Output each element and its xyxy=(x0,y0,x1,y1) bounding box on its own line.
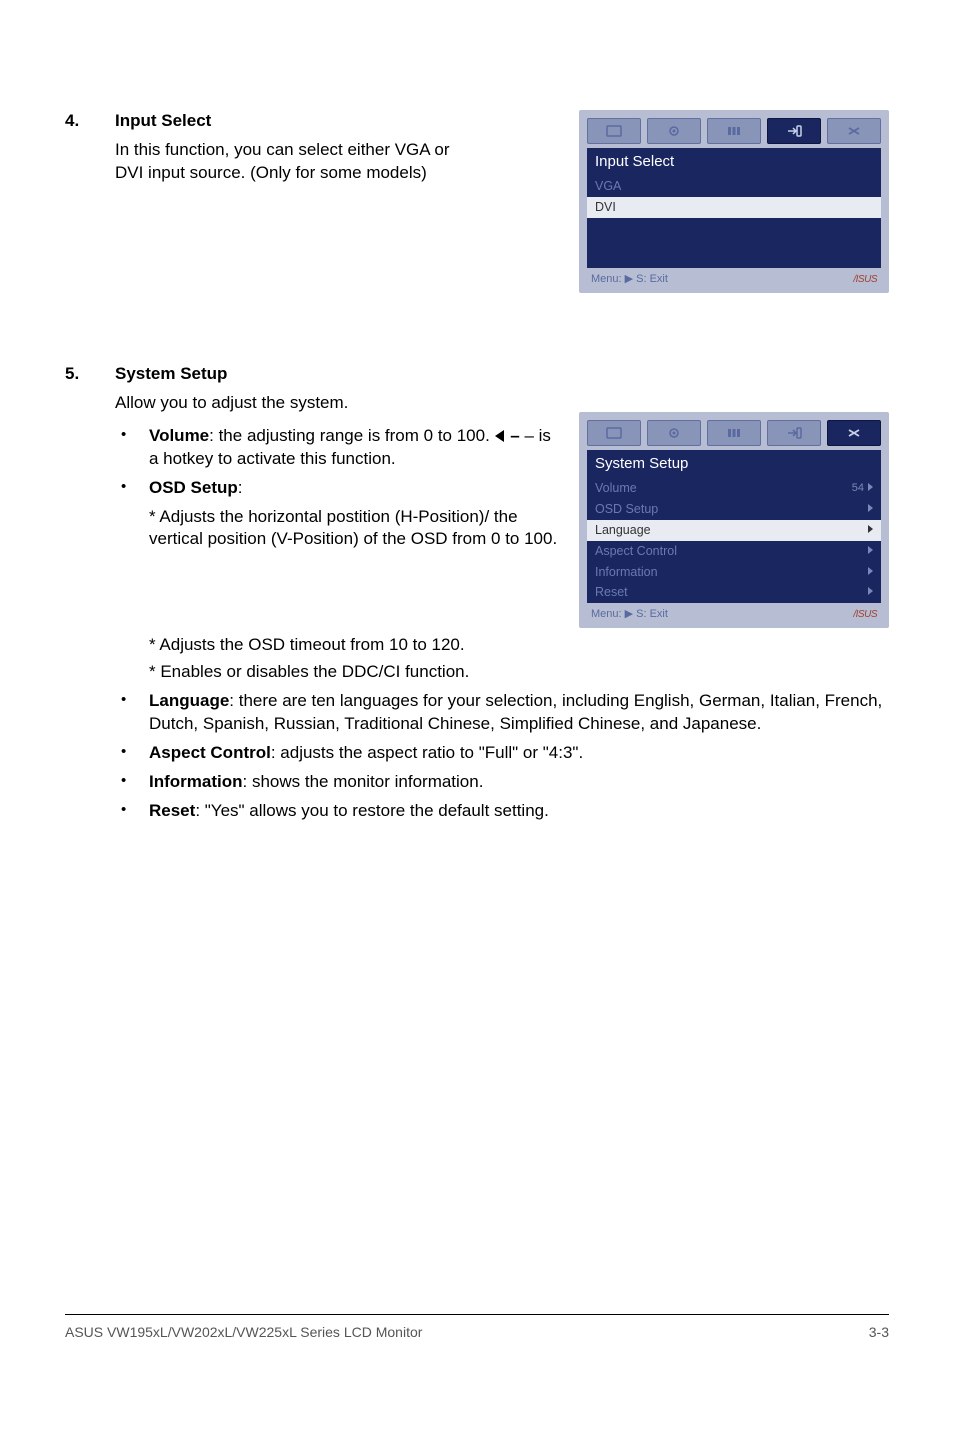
page-footer: ASUS VW195xL/VW202xL/VW225xL Series LCD … xyxy=(65,1314,889,1342)
footer-right: 3-3 xyxy=(869,1323,889,1342)
osd4-item-vga: VGA xyxy=(587,176,881,197)
osd4-tab-color-icon xyxy=(707,118,761,144)
section-system-setup: 5. System Setup Allow you to adjust the … xyxy=(65,363,889,829)
osd4-footer-left: Menu: ▶ S: Exit xyxy=(591,272,668,287)
osd4-tab-system-icon xyxy=(827,118,881,144)
osd5-tab-system-icon xyxy=(827,420,881,446)
osd4-footer-right: /ISUS xyxy=(853,273,877,287)
left-triangle-icon xyxy=(495,430,504,442)
osd4-tab-image-icon xyxy=(647,118,701,144)
footer-left: ASUS VW195xL/VW202xL/VW225xL Series LCD … xyxy=(65,1323,422,1342)
osd5-item-aspect: Aspect Control xyxy=(587,541,881,562)
osd5-tab-image-icon xyxy=(647,420,701,446)
osd-input-select: Input Select VGA DVI Menu: ▶ S: Exit /IS… xyxy=(579,110,889,293)
osd4-tabs xyxy=(587,118,881,144)
bullet-information: • Information: shows the monitor informa… xyxy=(115,771,889,794)
osd5-item-reset: Reset xyxy=(587,582,881,603)
bullet-language: • Language: there are ten languages for … xyxy=(115,690,889,736)
section-input-select: 4. Input Select In this function, you ca… xyxy=(65,110,889,293)
osd-sub-1: * Adjusts the horizontal postition (H-Po… xyxy=(149,506,561,552)
section5-intro: Allow you to adjust the system. xyxy=(115,392,561,415)
section4-number: 4. xyxy=(65,110,115,133)
osd5-item-osdsetup: OSD Setup xyxy=(587,499,881,520)
osd-sub-2: * Adjusts the OSD timeout from 10 to 120… xyxy=(149,634,889,657)
section5-bullets-bottom: • Language: there are ten languages for … xyxy=(115,690,889,823)
osd5-list: Volume54 OSD Setup Language Aspect Contr… xyxy=(587,478,881,603)
osd5-item-volume: Volume54 xyxy=(587,478,881,499)
osd5-title: System Setup xyxy=(587,450,881,478)
osd5-footer: Menu: ▶ S: Exit /ISUS xyxy=(587,603,881,622)
osd5-footer-left: Menu: ▶ S: Exit xyxy=(591,607,668,622)
osd5-tabs xyxy=(587,420,881,446)
section4-title: Input Select xyxy=(115,110,561,133)
osd-sub-3: * Enables or disables the DDC/CI functio… xyxy=(149,661,889,684)
bullet-reset: • Reset: "Yes" allows you to restore the… xyxy=(115,800,889,823)
section5-title: System Setup xyxy=(115,363,889,386)
bullet-volume: • Volume: the adjusting range is from 0 … xyxy=(115,425,561,471)
bullet-osd-setup: • OSD Setup: xyxy=(115,477,561,500)
osd5-item-language: Language xyxy=(587,520,881,541)
section5-number: 5. xyxy=(65,363,115,386)
osd4-item-dvi: DVI xyxy=(587,197,881,218)
osd5-tab-input-icon xyxy=(767,420,821,446)
section5-bullets-top: • Volume: the adjusting range is from 0 … xyxy=(115,425,561,500)
osd5-footer-right: /ISUS xyxy=(853,608,877,622)
osd5-tab-splendid-icon xyxy=(587,420,641,446)
osd5-tab-color-icon xyxy=(707,420,761,446)
section4-intro: In this function, you can select either … xyxy=(115,139,475,185)
osd4-tab-input-icon xyxy=(767,118,821,144)
osd4-tab-splendid-icon xyxy=(587,118,641,144)
osd4-list: VGA DVI xyxy=(587,176,881,268)
osd-system-setup: System Setup Volume54 OSD Setup Language… xyxy=(579,412,889,628)
osd4-footer: Menu: ▶ S: Exit /ISUS xyxy=(587,268,881,287)
osd5-item-information: Information xyxy=(587,562,881,583)
osd4-title: Input Select xyxy=(587,148,881,176)
bullet-aspect-control: • Aspect Control: adjusts the aspect rat… xyxy=(115,742,889,765)
